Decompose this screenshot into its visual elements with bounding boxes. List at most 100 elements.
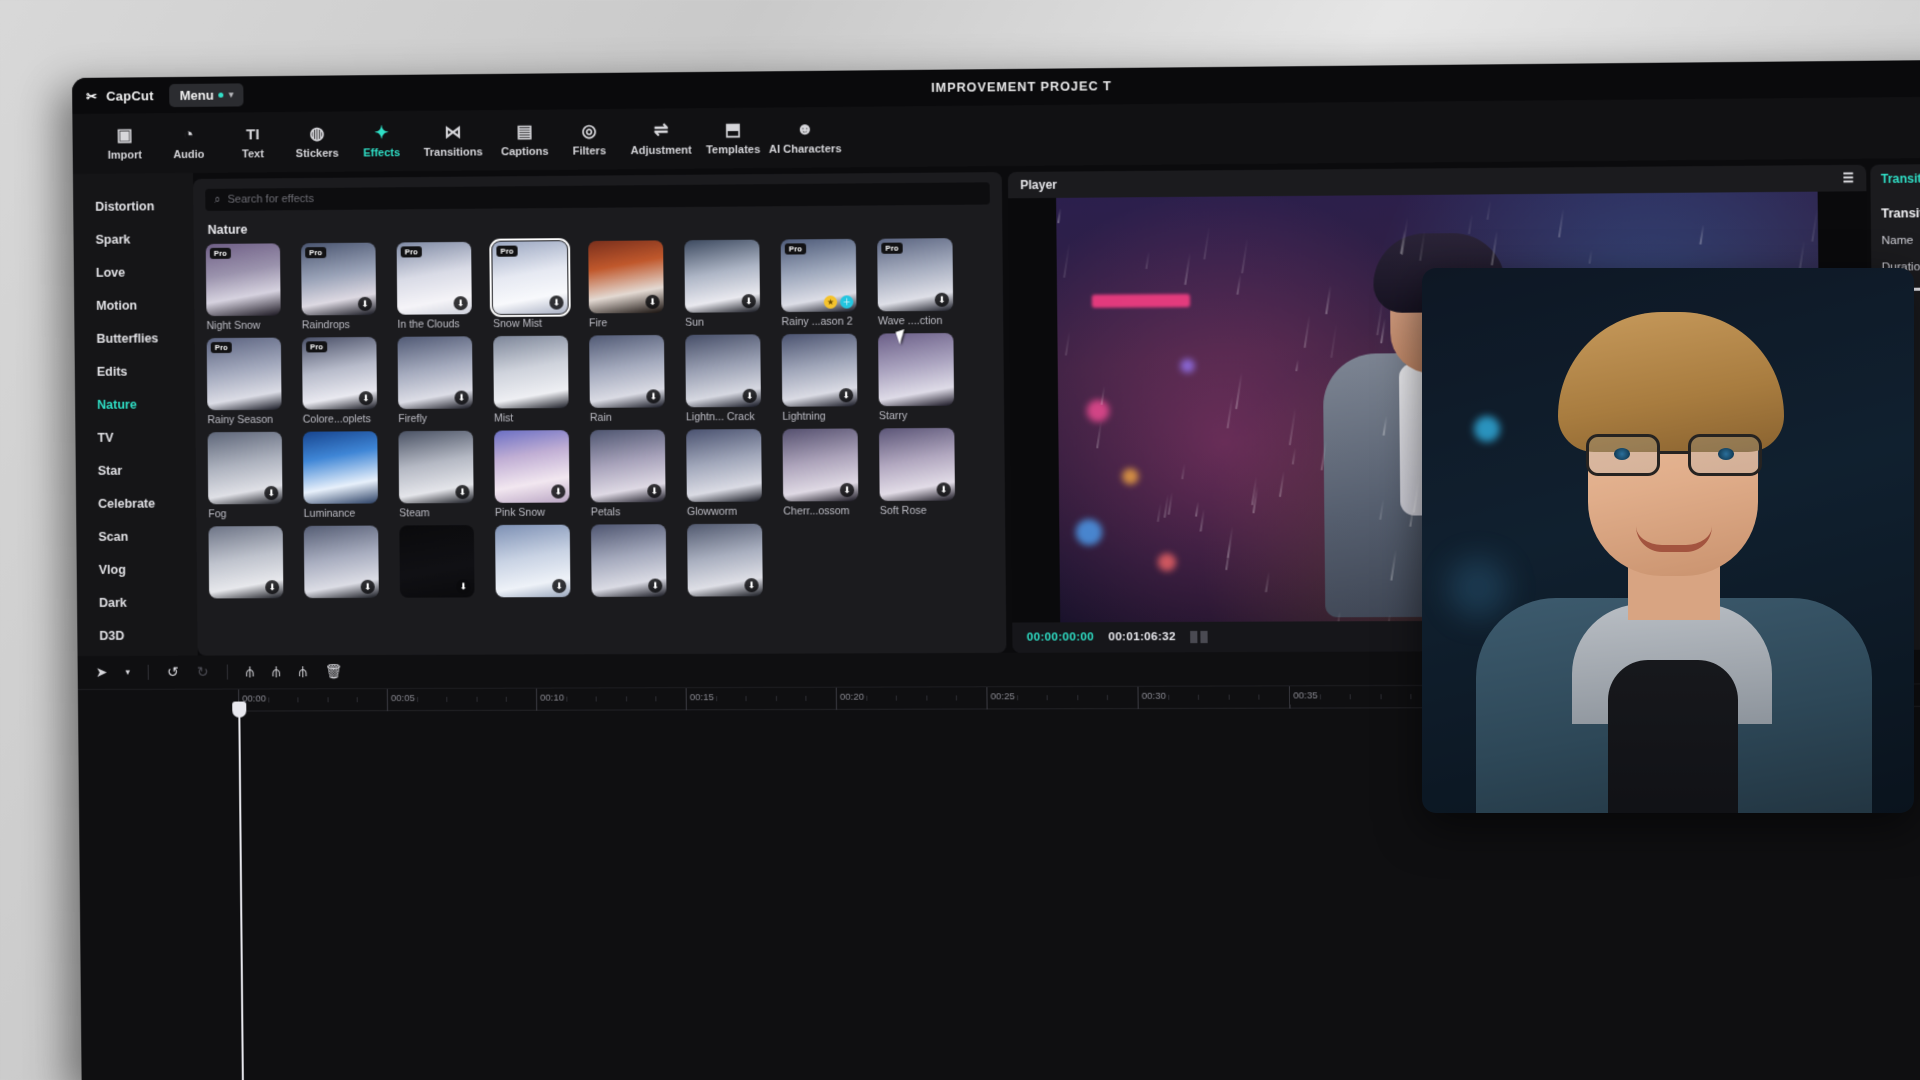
delete-icon[interactable]: 🗑 [325,663,343,680]
category-edits[interactable]: Edits [75,354,195,388]
effect-item[interactable]: Pro Rainy Season [207,337,302,426]
download-icon[interactable]: ⬇ [742,294,756,308]
hamburger-icon[interactable]: ☰ [1843,171,1854,185]
category-motion[interactable]: Motion [74,288,194,322]
tool-adjustment[interactable]: ⇌ Adjustment [621,120,700,157]
effect-item[interactable]: ⬇ Firefly [397,336,493,425]
download-icon[interactable]: ⬇ [937,482,951,496]
download-icon[interactable]: ⬇ [744,578,758,592]
effect-item[interactable]: ⬇ Lightning [782,334,878,423]
download-icon[interactable]: ⬇ [551,484,565,498]
tool-label: Captions [501,146,549,158]
effect-thumbnail: ⬇ [398,431,473,504]
download-icon[interactable]: ⬇ [456,579,470,593]
effect-item[interactable]: ⬇ [304,525,399,602]
category-tv[interactable]: TV [75,420,195,454]
download-icon[interactable]: ⬇ [264,486,278,500]
category-dark[interactable]: Dark [77,586,197,620]
effect-item[interactable]: ⬇ Lightn... Crack [685,334,781,423]
stickers-icon: ◍ [310,124,325,144]
category-butterflies[interactable]: Butterflies [74,321,194,355]
effect-item[interactable]: Pro ⬇ Snow Mist [492,241,588,330]
effect-item[interactable]: Starry [878,333,975,422]
tool-templates[interactable]: ⬒ Templates [700,120,765,157]
tool-label: Effects [363,147,400,159]
category-label: TV [97,430,113,444]
tool-filters[interactable]: ◎ Filters [557,121,622,158]
tool-effects[interactable]: ✦ Effects [349,123,414,160]
tool-ai-characters[interactable]: ☻ AI Characters [765,119,845,156]
effect-item[interactable]: ⬇ Soft Rose [879,428,976,517]
tool-import[interactable]: ▣ Import [92,125,156,162]
download-icon[interactable]: ⬇ [361,580,375,594]
effect-item[interactable]: ⬇ Steam [398,431,494,520]
aspect-ratio-icon[interactable] [1190,631,1208,643]
category-spark[interactable]: Spark [73,222,193,256]
effect-item[interactable]: ⬇ [687,524,783,601]
download-icon[interactable]: ⬇ [646,389,660,403]
download-icon[interactable]: ⬇ [743,389,757,403]
effect-item[interactable]: ⬇ [495,525,591,602]
download-icon[interactable]: ⬇ [359,391,373,405]
effect-item[interactable]: Pro ⬇ Colore...oplets [302,337,397,426]
effect-item[interactable]: ⬇ Pink Snow [494,430,590,519]
download-icon[interactable]: ⬇ [454,391,468,405]
category-vlog[interactable]: Vlog [77,552,197,586]
effect-item[interactable]: ⬇ Rain [589,335,685,424]
effect-item[interactable]: ⬇ [399,525,494,602]
trim-left-icon[interactable]: ⫛ [272,663,281,680]
download-icon[interactable]: ⬇ [648,579,662,593]
tool-transitions[interactable]: ⋈ Transitions [414,122,493,159]
download-icon[interactable]: ⬇ [935,293,949,307]
effect-item[interactable]: ⬇ [591,524,687,601]
effect-item[interactable]: ⬇ [208,526,303,603]
effect-item[interactable]: Pro ⬇ In the Clouds [397,242,493,331]
tool-text[interactable]: TI Text [221,124,286,161]
effect-label: Rainy Season [207,414,287,426]
download-icon[interactable]: ⬇ [647,484,661,498]
download-icon[interactable]: ⬇ [552,579,566,593]
effect-item[interactable]: ⬇ Fog [208,432,303,521]
category-d3d[interactable]: D3D [77,619,197,652]
select-arrow-icon[interactable]: ➤ [96,664,108,681]
effect-item[interactable]: ⬇ Fire [588,240,684,329]
category-nature[interactable]: Nature [75,387,195,421]
category-love[interactable]: Love [74,255,194,289]
search-input[interactable]: ⌕ Search for effects [205,182,990,211]
effect-item[interactable]: Pro ⬇ Wave ....ction [877,238,974,328]
effect-item[interactable]: Pro ⬇ Raindrops [301,242,396,331]
tab-transition[interactable]: Transition [1881,164,1920,197]
effect-item[interactable]: ⬇ Sun [684,239,780,328]
tool-stickers[interactable]: ◍ Stickers [285,123,350,160]
effect-item[interactable]: Pro ★ ＋ Rainy ...ason 2 [781,239,877,328]
add-icon[interactable]: ＋ [840,295,853,308]
effect-item[interactable]: Mist [493,336,589,425]
effect-item[interactable]: ⬇ Cherr...ossom [782,428,878,517]
download-icon[interactable]: ⬇ [549,295,563,309]
download-icon[interactable]: ⬇ [840,483,854,497]
effect-item[interactable]: Luminance [303,431,398,520]
download-icon[interactable]: ⬇ [265,580,279,594]
chevron-down-icon[interactable]: ▾ [125,667,130,678]
download-icon[interactable]: ⬇ [454,296,468,310]
tool-audio[interactable]: ◔ Audio [157,125,221,162]
download-icon[interactable]: ⬇ [455,485,469,499]
effect-item[interactable]: ⬇ Petals [590,429,686,518]
redo-icon[interactable]: ↻ [197,664,209,681]
category-star[interactable]: Star [76,453,196,487]
category-scan[interactable]: Scan [76,519,196,553]
undo-icon[interactable]: ↺ [167,664,179,681]
download-icon[interactable]: ⬇ [839,388,853,402]
effect-item[interactable]: Glowworm [686,429,782,518]
playhead-handle[interactable] [232,702,246,718]
download-icon[interactable]: ⬇ [358,297,372,311]
effect-item[interactable]: Pro Night Snow [206,243,301,332]
category-distortion[interactable]: Distortion [73,189,193,223]
split-icon[interactable]: ⫛ [246,663,255,680]
favorite-icon[interactable]: ★ [824,295,837,308]
menu-button[interactable]: Menu ▾ [170,83,244,107]
category-celebrate[interactable]: Celebrate [76,486,196,520]
tool-captions[interactable]: ▤ Captions [492,122,557,159]
trim-right-icon[interactable]: ⫛ [298,663,307,680]
download-icon[interactable]: ⬇ [645,295,659,309]
